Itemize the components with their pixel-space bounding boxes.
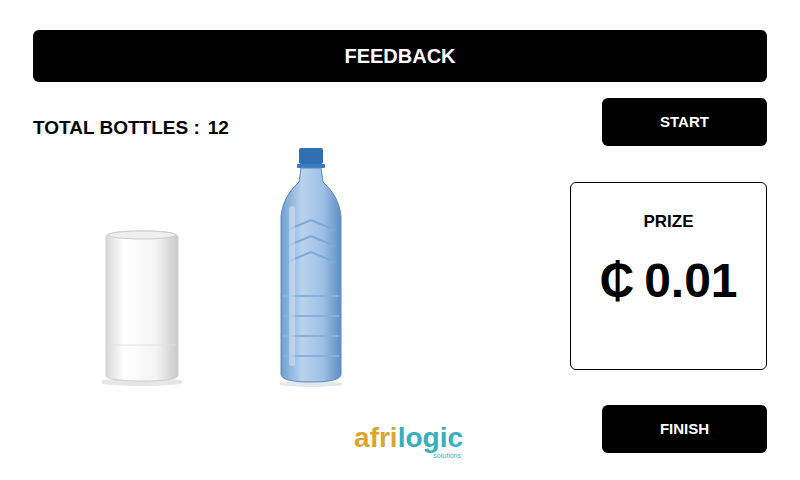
start-button[interactable]: START bbox=[602, 98, 767, 146]
amount-value: 0.01 bbox=[644, 257, 737, 305]
screen: FEEDBACK TOTAL BOTTLES : 12 afrilogicsoluti… bbox=[0, 0, 800, 480]
can-item bbox=[102, 227, 263, 387]
currency-symbol: ₵ bbox=[599, 257, 634, 305]
logo-part: logic bbox=[398, 424, 463, 452]
bottle-item bbox=[275, 146, 347, 388]
content: TOTAL BOTTLES : 12 afrilogicsolutions START… bbox=[33, 82, 767, 480]
items-row: TOTAL BOTTLES : 12 bbox=[33, 82, 570, 388]
logo-tagline: solutions bbox=[433, 452, 461, 459]
prize-title: PRIZE bbox=[643, 209, 693, 235]
counter-column: TOTAL BOTTLES : 12 bbox=[33, 82, 263, 388]
main-area: TOTAL BOTTLES : 12 afrilogicsolutions bbox=[33, 82, 570, 480]
counter-label: TOTAL BOTTLES : bbox=[33, 114, 200, 143]
header-bar: FEEDBACK bbox=[33, 30, 767, 82]
can-icon bbox=[102, 227, 182, 387]
header-title: FEEDBACK bbox=[344, 41, 455, 71]
side-panel: START PRIZE ₵0.01 FINISH bbox=[570, 82, 767, 480]
counter-value: 12 bbox=[208, 114, 229, 143]
logo-wordmark: afrilogic bbox=[354, 424, 463, 452]
logo: afrilogicsolutions bbox=[335, 424, 463, 459]
prize-box: PRIZE ₵0.01 bbox=[570, 182, 767, 370]
bottle-counter: TOTAL BOTTLES : 12 bbox=[33, 114, 263, 143]
prize-amount: ₵0.01 bbox=[599, 257, 737, 305]
bottle-icon bbox=[275, 146, 347, 388]
logo-part: afri bbox=[354, 424, 398, 452]
finish-button[interactable]: FINISH bbox=[602, 405, 767, 453]
